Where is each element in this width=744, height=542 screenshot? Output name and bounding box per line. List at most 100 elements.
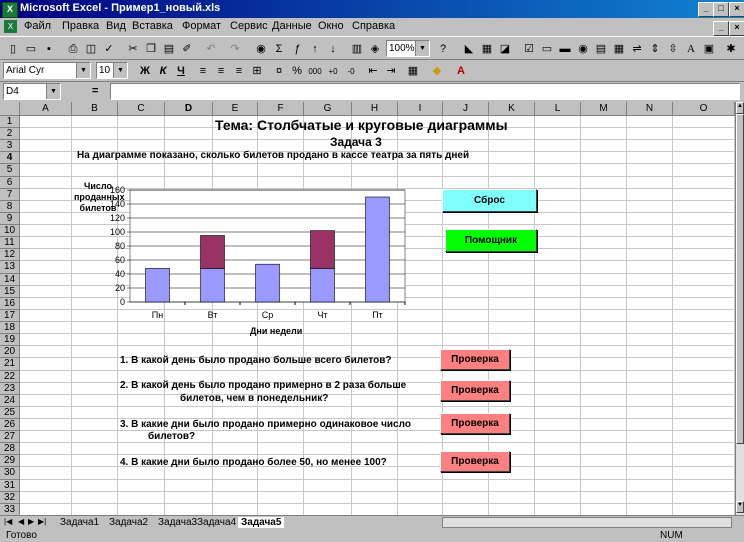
help-icon[interactable]: ? [434, 40, 452, 58]
paste-icon[interactable]: ▤ [160, 40, 178, 58]
menu-file[interactable]: Файл [24, 20, 51, 32]
scroll-control-icon[interactable]: ⇳ [664, 40, 682, 58]
row-header-5[interactable]: 5 [0, 164, 20, 177]
menu-view[interactable]: Вид [106, 20, 126, 32]
row-header-13[interactable]: 13 [0, 261, 20, 274]
print-icon[interactable]: ⎙ [64, 40, 82, 58]
open-icon[interactable]: ▭ [22, 40, 40, 58]
redo-icon[interactable]: ↷ [226, 40, 244, 58]
row-header-27[interactable]: 27 [0, 431, 20, 444]
align-right-icon[interactable]: ≡ [230, 63, 248, 80]
preview-icon[interactable]: ◫ [82, 40, 100, 58]
check-button-3[interactable]: Проверка [440, 413, 510, 434]
row-header-15[interactable]: 15 [0, 285, 20, 298]
row-header-3[interactable]: 3 [0, 140, 20, 153]
row-header-4[interactable]: 4 [0, 152, 20, 165]
tab-zadacha3[interactable]: Задача3 [158, 517, 197, 528]
bold-icon[interactable]: Ж [136, 63, 154, 80]
copy-icon[interactable]: ❐ [142, 40, 160, 58]
menu-format[interactable]: Формат [182, 20, 221, 32]
sort-asc-icon[interactable]: ↑ [306, 40, 324, 58]
align-left-icon[interactable]: ≡ [194, 63, 212, 80]
undo-icon[interactable]: ↶ [202, 40, 220, 58]
formula-input[interactable] [110, 83, 740, 100]
column-header-k[interactable]: K [489, 102, 535, 116]
tab-zadacha5[interactable]: Задача5 [238, 517, 285, 528]
row-header-29[interactable]: 29 [0, 455, 20, 468]
button-control-icon[interactable]: ▬ [556, 40, 574, 58]
check-button-4[interactable]: Проверка [440, 451, 510, 472]
decrease-decimal-icon[interactable]: -0 [342, 63, 360, 80]
column-header-m[interactable]: M [581, 102, 627, 116]
checkbox-control-icon[interactable]: ☑ [520, 40, 538, 58]
row-header-32[interactable]: 32 [0, 491, 20, 504]
row-header-6[interactable]: 6 [0, 176, 20, 189]
row-header-24[interactable]: 24 [0, 394, 20, 407]
view-code-icon[interactable]: ◪ [496, 40, 514, 58]
increase-decimal-icon[interactable]: +0 [324, 63, 342, 80]
merge-center-icon[interactable]: ⊞ [248, 63, 266, 80]
tab-zadacha1[interactable]: Задача1 [60, 517, 99, 528]
row-header-14[interactable]: 14 [0, 273, 20, 286]
cut-icon[interactable]: ✂ [124, 40, 142, 58]
option-control-icon[interactable]: ◉ [574, 40, 592, 58]
equals-icon[interactable]: = [92, 85, 98, 97]
select-all-corner[interactable] [0, 102, 20, 116]
row-header-18[interactable]: 18 [0, 322, 20, 335]
column-header-c[interactable]: C [118, 102, 165, 116]
row-header-21[interactable]: 21 [0, 358, 20, 371]
menu-tools[interactable]: Сервис [230, 20, 268, 32]
align-center-icon[interactable]: ≡ [212, 63, 230, 80]
row-header-17[interactable]: 17 [0, 309, 20, 323]
menu-insert[interactable]: Вставка [132, 20, 173, 32]
row-header-1[interactable]: 1 [0, 116, 20, 129]
row-header-33[interactable]: 33 [0, 503, 20, 515]
tab-nav-prev-icon[interactable]: ◀ [18, 517, 24, 526]
save-icon[interactable]: ▪ [40, 40, 58, 58]
row-header-16[interactable]: 16 [0, 297, 20, 310]
column-header-i[interactable]: I [398, 102, 443, 116]
horizontal-scrollbar[interactable] [442, 517, 732, 528]
minimize-button[interactable]: _ [698, 2, 714, 17]
tab-nav-first-icon[interactable]: |◀ [4, 517, 12, 526]
thousands-icon[interactable]: 000 [306, 63, 324, 80]
label-control-icon[interactable]: A [682, 40, 700, 58]
menu-window[interactable]: Окно [318, 20, 344, 32]
row-header-11[interactable]: 11 [0, 237, 20, 250]
sort-desc-icon[interactable]: ↓ [324, 40, 342, 58]
currency-icon[interactable]: ¤ [270, 63, 288, 80]
format-painter-icon[interactable]: ✐ [178, 40, 196, 58]
more-controls-icon[interactable]: ✱ [722, 40, 740, 58]
workbook-icon[interactable]: X [4, 20, 17, 33]
column-header-n[interactable]: N [627, 102, 673, 116]
row-header-26[interactable]: 26 [0, 419, 20, 432]
textbox-control-icon[interactable]: ▭ [538, 40, 556, 58]
column-header-g[interactable]: G [304, 102, 352, 116]
new-icon[interactable]: ▯ [4, 40, 22, 58]
helper-button[interactable]: Помощник [445, 229, 537, 252]
design-mode-icon[interactable]: ◣ [460, 40, 478, 58]
check-button-1[interactable]: Проверка [440, 349, 510, 370]
menu-help[interactable]: Справка [352, 20, 395, 32]
percent-icon[interactable]: % [288, 63, 306, 80]
row-header-28[interactable]: 28 [0, 443, 20, 456]
spin-control-icon[interactable]: ⇕ [646, 40, 664, 58]
row-header-10[interactable]: 10 [0, 225, 20, 238]
scroll-down-icon[interactable]: ▼ [736, 501, 744, 513]
function-icon[interactable]: ƒ [288, 40, 306, 58]
maximize-button[interactable]: □ [713, 2, 729, 17]
spelling-icon[interactable]: ✓ [100, 40, 118, 58]
increase-indent-icon[interactable]: ⇥ [382, 63, 400, 80]
decrease-indent-icon[interactable]: ⇤ [364, 63, 382, 80]
row-header-30[interactable]: 30 [0, 467, 20, 480]
vertical-scrollbar[interactable]: ▲ ▼ [735, 102, 744, 515]
column-header-f[interactable]: F [258, 102, 304, 116]
reset-button[interactable]: Сброс [442, 189, 537, 212]
row-header-22[interactable]: 22 [0, 370, 20, 383]
row-header-7[interactable]: 7 [0, 188, 20, 201]
column-header-e[interactable]: E [213, 102, 258, 116]
row-header-23[interactable]: 23 [0, 382, 20, 395]
tab-nav-next-icon[interactable]: ▶ [28, 517, 34, 526]
combo-control-icon[interactable]: ▦ [610, 40, 628, 58]
column-header-o[interactable]: O [673, 102, 735, 116]
